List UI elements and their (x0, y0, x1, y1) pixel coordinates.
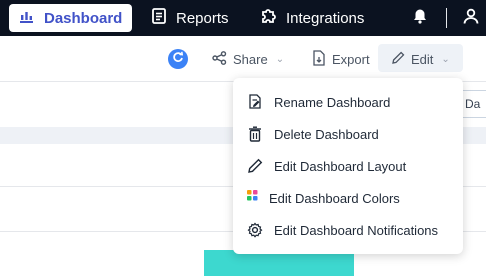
bell-icon (413, 8, 437, 28)
nav-tab-integrations-label: Integrations (286, 9, 365, 27)
menu-item-edit-layout[interactable]: Edit Dashboard Layout (233, 151, 463, 181)
chevron-down-icon: ⌄ (441, 53, 450, 65)
share-icon (212, 50, 233, 68)
dashboard-toolbar: Share ⌄ Export Edit ⌄ (0, 36, 486, 81)
chevron-down-icon: ⌄ (275, 53, 285, 65)
share-button[interactable]: Share ⌄ (212, 48, 284, 70)
gear-icon (247, 222, 263, 238)
puzzle-icon (260, 8, 286, 28)
share-label: Share (233, 51, 268, 67)
nav-tab-reports[interactable]: Reports (152, 4, 229, 32)
trash-icon (247, 126, 263, 142)
bar-chart-icon (19, 9, 44, 27)
document-icon (152, 8, 176, 28)
menu-item-label: Rename Dashboard (274, 94, 391, 110)
nav-tab-reports-label: Reports (176, 9, 229, 27)
edit-button-content[interactable]: Edit ⌄ (391, 48, 450, 70)
menu-item-edit-notifications[interactable]: Edit Dashboard Notifications (233, 215, 463, 245)
menu-item-label: Delete Dashboard (274, 126, 379, 142)
edit-label: Edit (411, 51, 434, 67)
nav-divider (446, 8, 447, 28)
nav-tab-integrations[interactable]: Integrations (260, 4, 364, 32)
menu-item-delete-dashboard[interactable]: Delete Dashboard (233, 119, 463, 149)
menu-item-edit-colors[interactable]: Edit Dashboard Colors (233, 183, 463, 213)
refresh-icon (172, 50, 184, 68)
rename-icon (247, 94, 263, 110)
top-navigation-bar: Dashboard Reports Integrations (0, 0, 486, 36)
pencil-icon (391, 51, 411, 68)
nav-tab-dashboard-label: Dashboard (44, 9, 123, 27)
notifications-button[interactable] (413, 4, 437, 32)
menu-item-rename-dashboard[interactable]: Rename Dashboard (233, 87, 463, 117)
menu-item-label: Edit Dashboard Notifications (274, 222, 439, 238)
menu-item-label: Edit Dashboard Colors (269, 190, 400, 206)
color-palette-icon (247, 190, 263, 206)
profile-button[interactable] (463, 4, 486, 32)
export-button[interactable]: Export (312, 48, 370, 70)
export-label: Export (332, 51, 370, 67)
menu-item-label: Edit Dashboard Layout (274, 158, 407, 174)
edit-dropdown-menu: Rename Dashboard Delete Dashboard Edit D… (233, 78, 463, 254)
user-icon (463, 8, 486, 28)
refresh-button[interactable] (168, 49, 188, 69)
export-icon (312, 49, 332, 69)
nav-tab-dashboard[interactable]: Dashboard (9, 4, 133, 32)
pencil-icon (247, 158, 263, 174)
